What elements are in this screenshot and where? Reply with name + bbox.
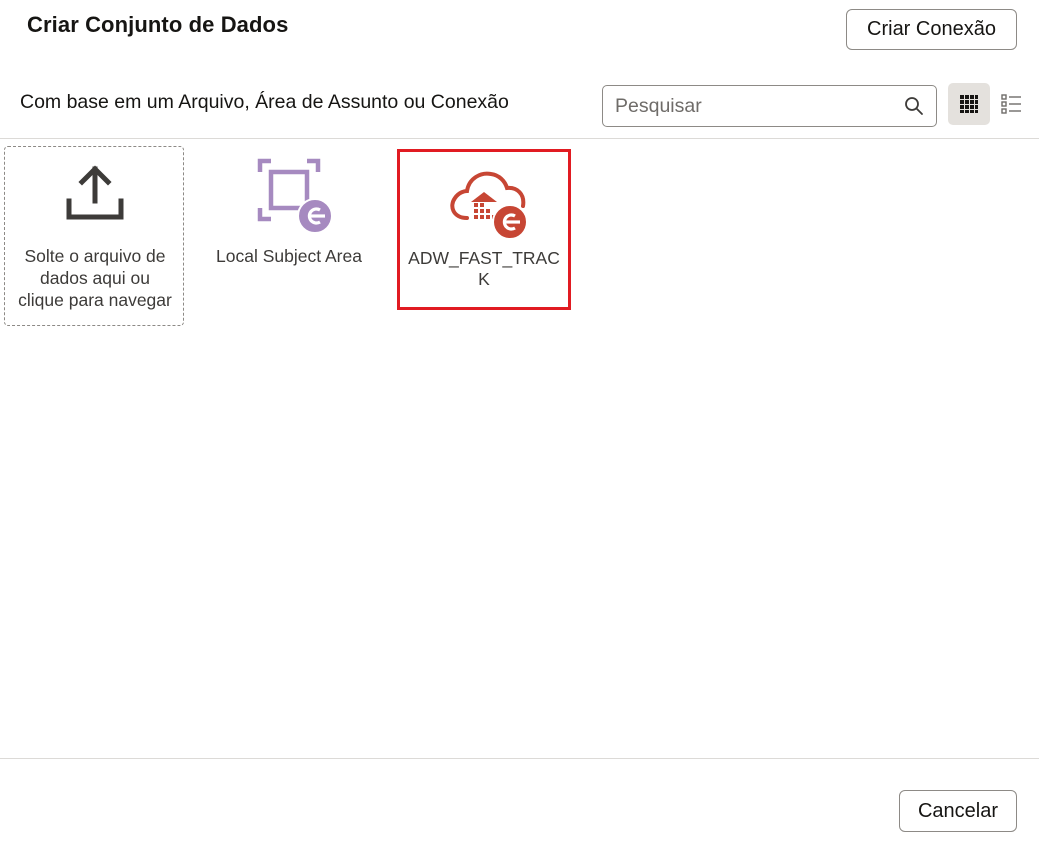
upload-icon: [66, 165, 124, 220]
create-dataset-dialog: Criar Conjunto de Dados Criar Conexão Co…: [0, 0, 1039, 852]
adw-fast-track-tile[interactable]: ADW_FAST_TRACK: [397, 149, 571, 310]
cancel-button[interactable]: Cancelar: [899, 790, 1017, 832]
header-divider: [0, 138, 1039, 139]
dialog-title: Criar Conjunto de Dados: [27, 12, 289, 37]
create-connection-button[interactable]: Criar Conexão: [846, 9, 1017, 50]
grid-view-button[interactable]: [948, 83, 990, 125]
grid-view-icon: [960, 95, 978, 113]
local-subject-area-tile[interactable]: Local Subject Area: [200, 146, 378, 326]
search-icon[interactable]: [904, 96, 924, 116]
list-view-button[interactable]: [990, 83, 1032, 125]
file-drop-label: Solte o arquivo de dados aqui ou clique …: [18, 246, 172, 310]
search-input[interactable]: [615, 92, 885, 120]
dialog-subtitle: Com base em um Arquivo, Área de Assunto …: [20, 91, 509, 113]
local-subject-area-label: Local Subject Area: [216, 246, 362, 266]
cloud-database-icon: [450, 171, 528, 240]
list-view-icon: [1001, 94, 1021, 114]
adw-fast-track-label: ADW_FAST_TRACK: [408, 248, 560, 289]
file-drop-tile[interactable]: Solte o arquivo de dados aqui ou clique …: [4, 146, 184, 326]
subject-area-icon: [257, 158, 333, 234]
search-box[interactable]: [602, 85, 937, 127]
footer-divider: [0, 758, 1039, 759]
